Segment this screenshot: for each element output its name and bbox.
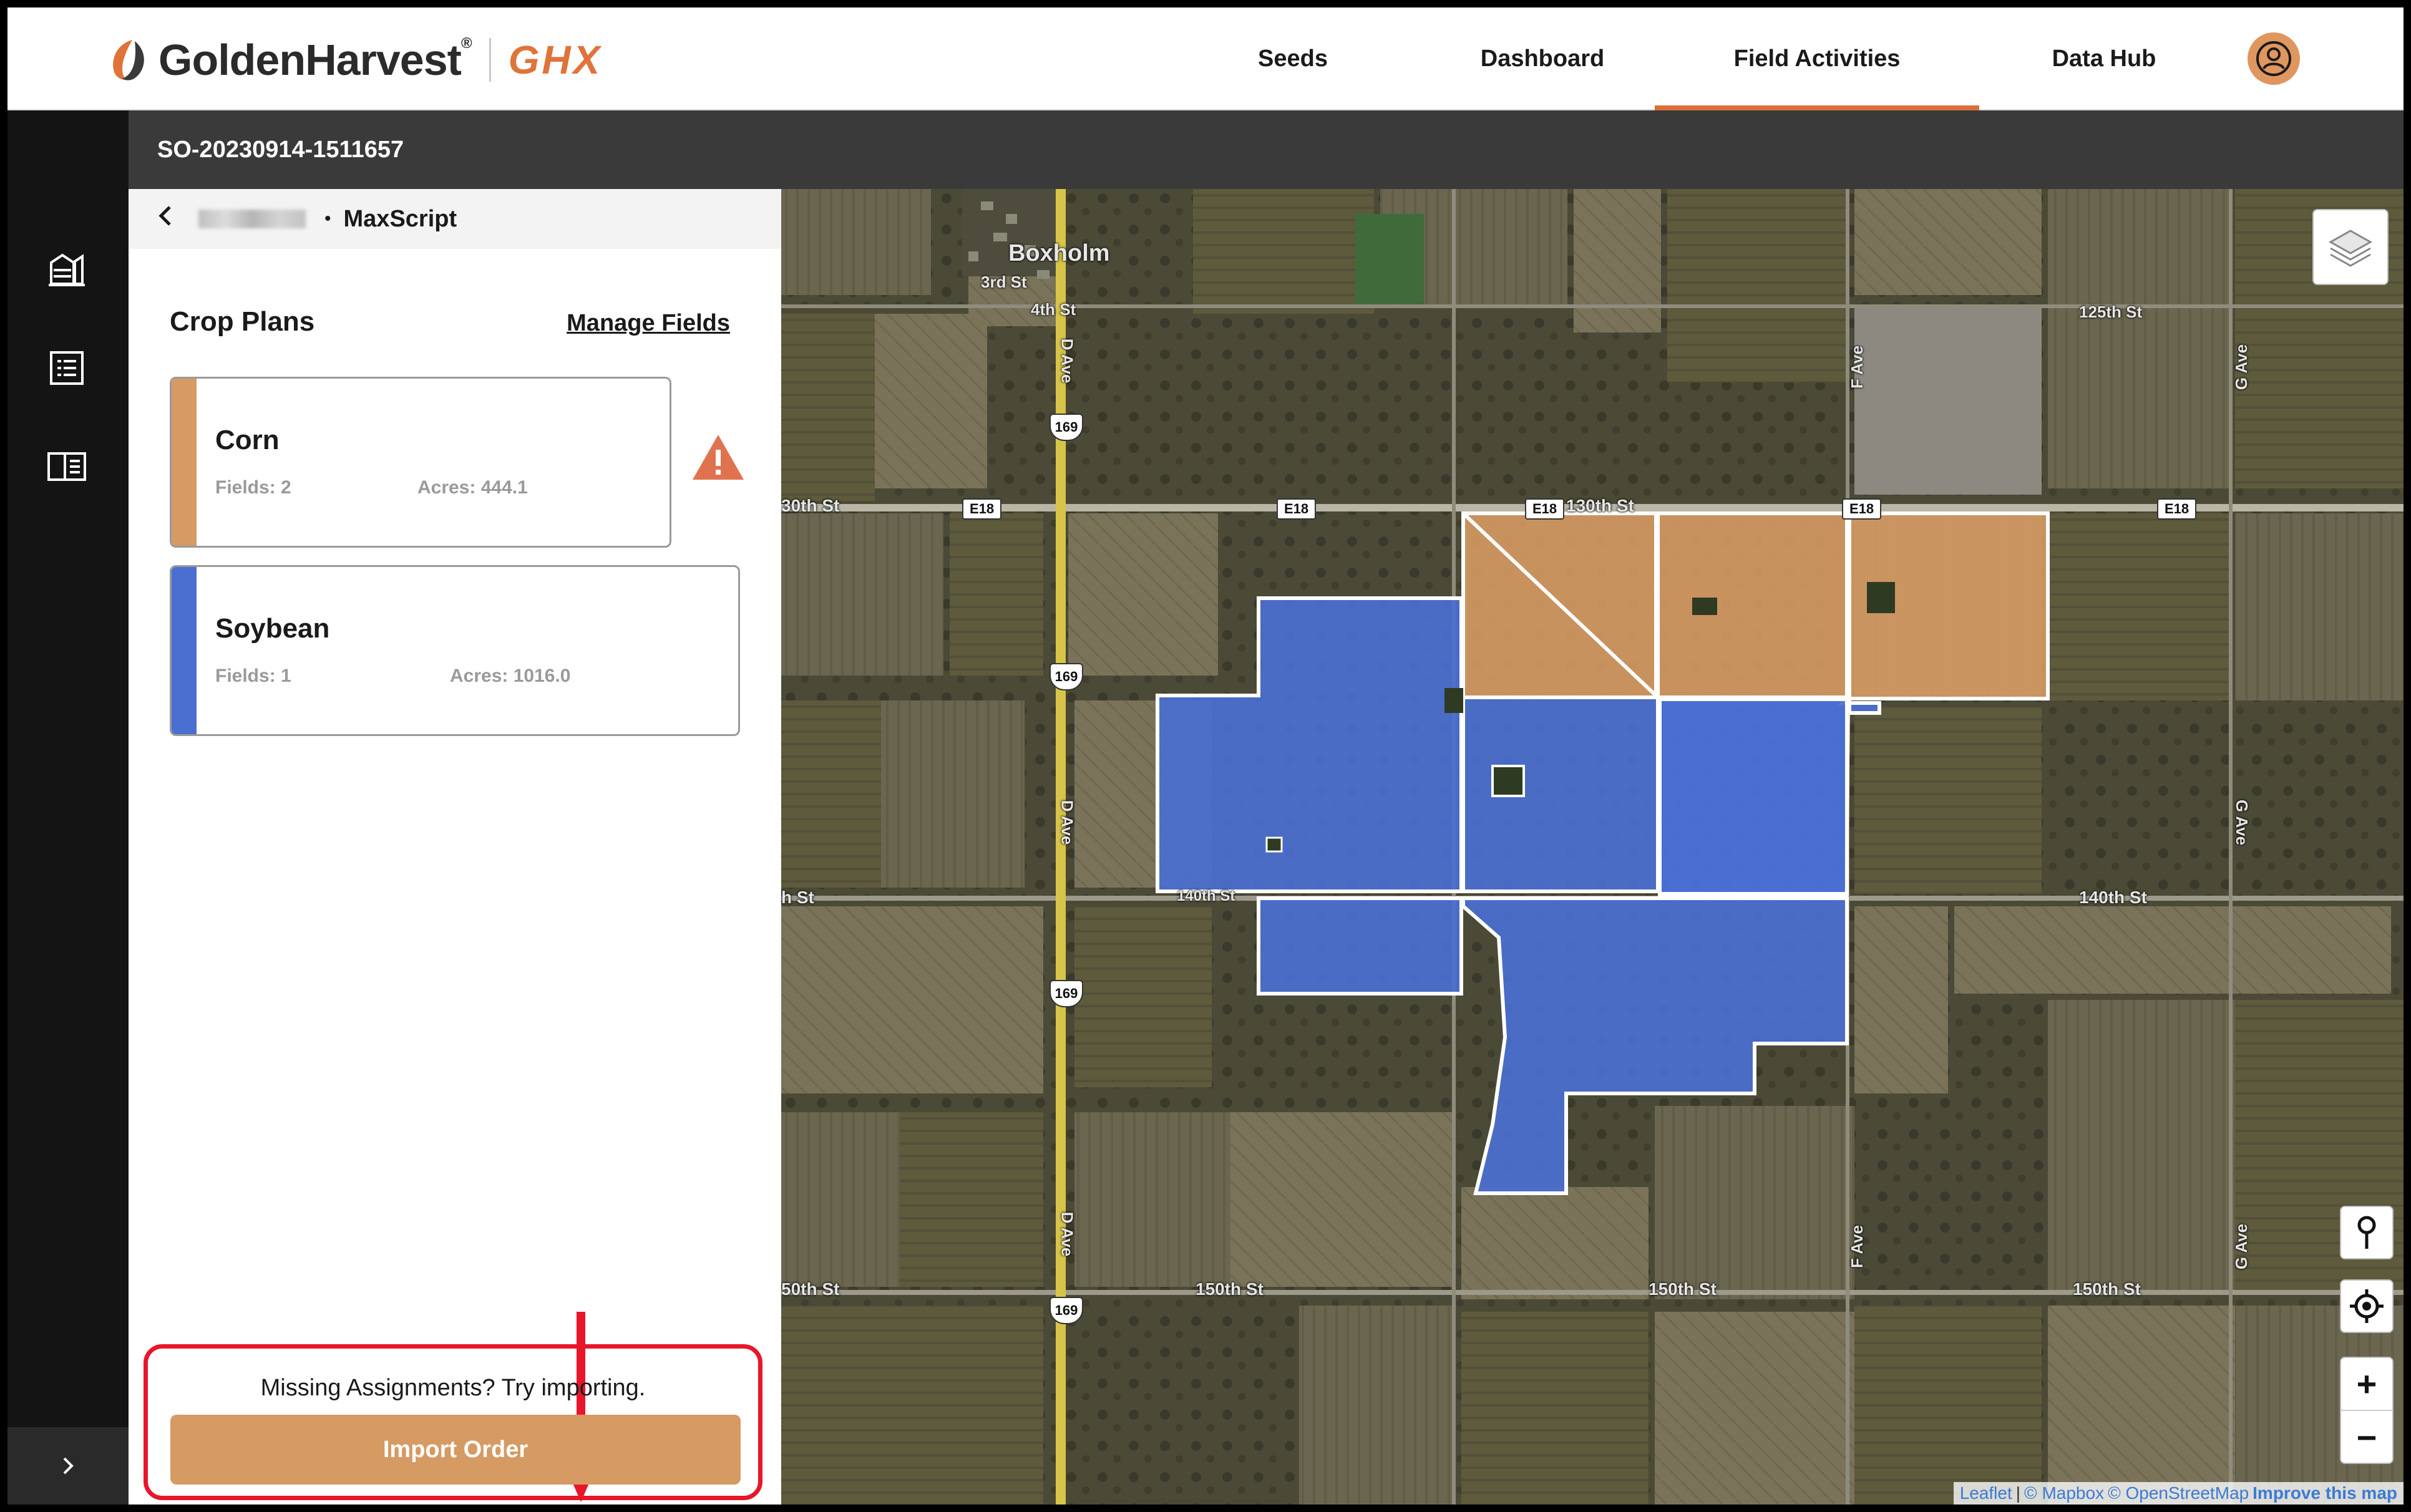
crop-color-stripe <box>172 379 197 546</box>
map-label-street: 125th St <box>2079 303 2143 321</box>
zoom-controls: + − <box>2340 1357 2394 1464</box>
map-label-avenue: D Ave <box>1058 1211 1077 1257</box>
import-hint-text: Missing Assignments? Try importing. <box>260 1375 646 1401</box>
nav-seeds[interactable]: Seeds <box>1193 7 1393 110</box>
crop-plans-title: Crop Plans <box>170 306 315 337</box>
map-label-street: 3rd St <box>981 273 1027 291</box>
crop-fields-count: Fields: 1 <box>215 666 291 686</box>
leaflet-link[interactable]: Leaflet <box>1960 1483 2012 1503</box>
import-callout-box: Missing Assignments? Try importing. Impo… <box>144 1344 762 1500</box>
crop-color-stripe <box>172 567 197 734</box>
split-view-icon[interactable] <box>46 446 87 487</box>
breadcrumb: • MaxScript <box>129 189 781 249</box>
crop-acres: Acres: 444.1 <box>417 477 528 498</box>
osm-link[interactable]: © OpenStreetMap <box>2108 1483 2249 1503</box>
leaf-logo-icon <box>113 40 144 80</box>
map-label-street: 50th St <box>781 1279 840 1299</box>
list-icon[interactable] <box>46 347 87 389</box>
map-label-street: h St <box>781 888 814 907</box>
highway-shield: 169 <box>1050 663 1083 691</box>
route-badge: E18 <box>1842 498 1882 520</box>
user-avatar[interactable] <box>2248 32 2300 85</box>
brand-sub: GHX <box>508 37 603 82</box>
route-badge: E18 <box>2157 498 2197 520</box>
nav-dashboard[interactable]: Dashboard <box>1436 7 1649 110</box>
back-button[interactable] <box>156 203 175 235</box>
map-label-avenue: D Ave <box>1058 800 1077 845</box>
route-badge: E18 <box>962 498 1002 520</box>
zoom-in-button[interactable]: + <box>2341 1358 2392 1411</box>
map-attribution: Leaflet | © Mapbox © OpenStreetMap Impro… <box>1953 1482 2404 1505</box>
crop-name: Soybean <box>215 613 330 644</box>
map-label-avenue: G Ave <box>2233 799 2252 846</box>
brand-divider <box>489 38 491 82</box>
locate-icon <box>2350 1289 2384 1323</box>
route-badge: E18 <box>1525 498 1565 520</box>
expand-rail-button[interactable] <box>7 1427 129 1505</box>
map-label-street: 150th St <box>2073 1279 2141 1299</box>
brand-name: GoldenHarvest® <box>158 35 472 84</box>
crop-fields-count: Fields: 2 <box>215 477 291 498</box>
warning-icon[interactable] <box>690 432 746 482</box>
layers-icon <box>2328 230 2373 267</box>
highway-shield: 169 <box>1050 414 1083 441</box>
map-label-avenue: G Ave <box>2232 344 2251 390</box>
import-order-button[interactable]: Import Order <box>170 1415 741 1485</box>
user-icon <box>2256 41 2291 76</box>
breadcrumb-separator: • <box>324 208 331 229</box>
farm-icon[interactable] <box>46 248 87 289</box>
crop-card-corn[interactable]: Corn Fields: 2 Acres: 444.1 <box>170 377 671 548</box>
map-canvas[interactable] <box>781 189 2404 1505</box>
chevron-right-icon <box>63 1457 74 1475</box>
map-label-avenue: G Ave <box>2232 1223 2251 1270</box>
manage-fields-link[interactable]: Manage Fields <box>567 310 730 337</box>
redacted-grower-name[interactable] <box>198 210 306 228</box>
breadcrumb-current: MaxScript <box>343 205 457 232</box>
corn-field-polygons[interactable] <box>1461 511 2050 700</box>
layers-button[interactable] <box>2312 209 2389 285</box>
route-badge: E18 <box>1277 498 1317 520</box>
highway-shield: 169 <box>1050 1297 1083 1324</box>
left-icon-rail <box>7 110 129 1505</box>
map-label-avenue: D Ave <box>1058 338 1077 384</box>
satellite-map[interactable]: Boxholm 3rd St 4th St 125th St 30th St 1… <box>781 189 2404 1505</box>
map-label-avenue: F Ave <box>1847 346 1866 389</box>
drop-pin-button[interactable] <box>2340 1206 2394 1259</box>
chevron-left-icon <box>158 205 171 226</box>
map-label-street: 30th St <box>781 496 840 515</box>
map-label-town: Boxholm <box>1008 240 1110 266</box>
map-label-avenue: F Ave <box>1847 1225 1866 1268</box>
pin-icon <box>2357 1216 2376 1249</box>
map-label-street: 140th St <box>1177 888 1235 904</box>
app-frame: GoldenHarvest® GHX Seeds Dashboard Field… <box>7 7 2404 1505</box>
map-label-street: 130th St <box>1566 496 1634 515</box>
brand-logo[interactable]: GoldenHarvest® GHX <box>107 34 602 86</box>
order-id: SO-20230914-1511657 <box>157 136 404 163</box>
improve-map-link[interactable]: Improve this map <box>2253 1483 2397 1503</box>
active-nav-indicator <box>1655 105 1979 110</box>
map-label-street: 150th St <box>1196 1279 1264 1299</box>
crop-acres: Acres: 1016.0 <box>450 666 571 686</box>
zoom-out-button[interactable]: − <box>2341 1411 2392 1464</box>
nav-data-hub[interactable]: Data Hub <box>2004 7 2204 110</box>
crop-name: Corn <box>215 425 280 455</box>
attribution-separator: | <box>2015 1483 2021 1503</box>
order-bar: SO-20230914-1511657 <box>129 110 2404 189</box>
crop-plans-panel: • MaxScript Crop Plans Manage Fields Cor… <box>129 189 781 1505</box>
mapbox-link[interactable]: © Mapbox <box>2024 1483 2104 1503</box>
map-label-street: 140th St <box>2079 888 2147 907</box>
map-label-street: 4th St <box>1031 300 1076 319</box>
highway-shield: 169 <box>1050 980 1083 1007</box>
top-navigation-bar: GoldenHarvest® GHX Seeds Dashboard Field… <box>7 7 2404 110</box>
nav-field-activities[interactable]: Field Activities <box>1655 7 1979 110</box>
crop-card-soybean[interactable]: Soybean Fields: 1 Acres: 1016.0 <box>170 565 740 736</box>
locate-me-button[interactable] <box>2340 1279 2394 1333</box>
map-label-street: 150th St <box>1649 1279 1717 1299</box>
